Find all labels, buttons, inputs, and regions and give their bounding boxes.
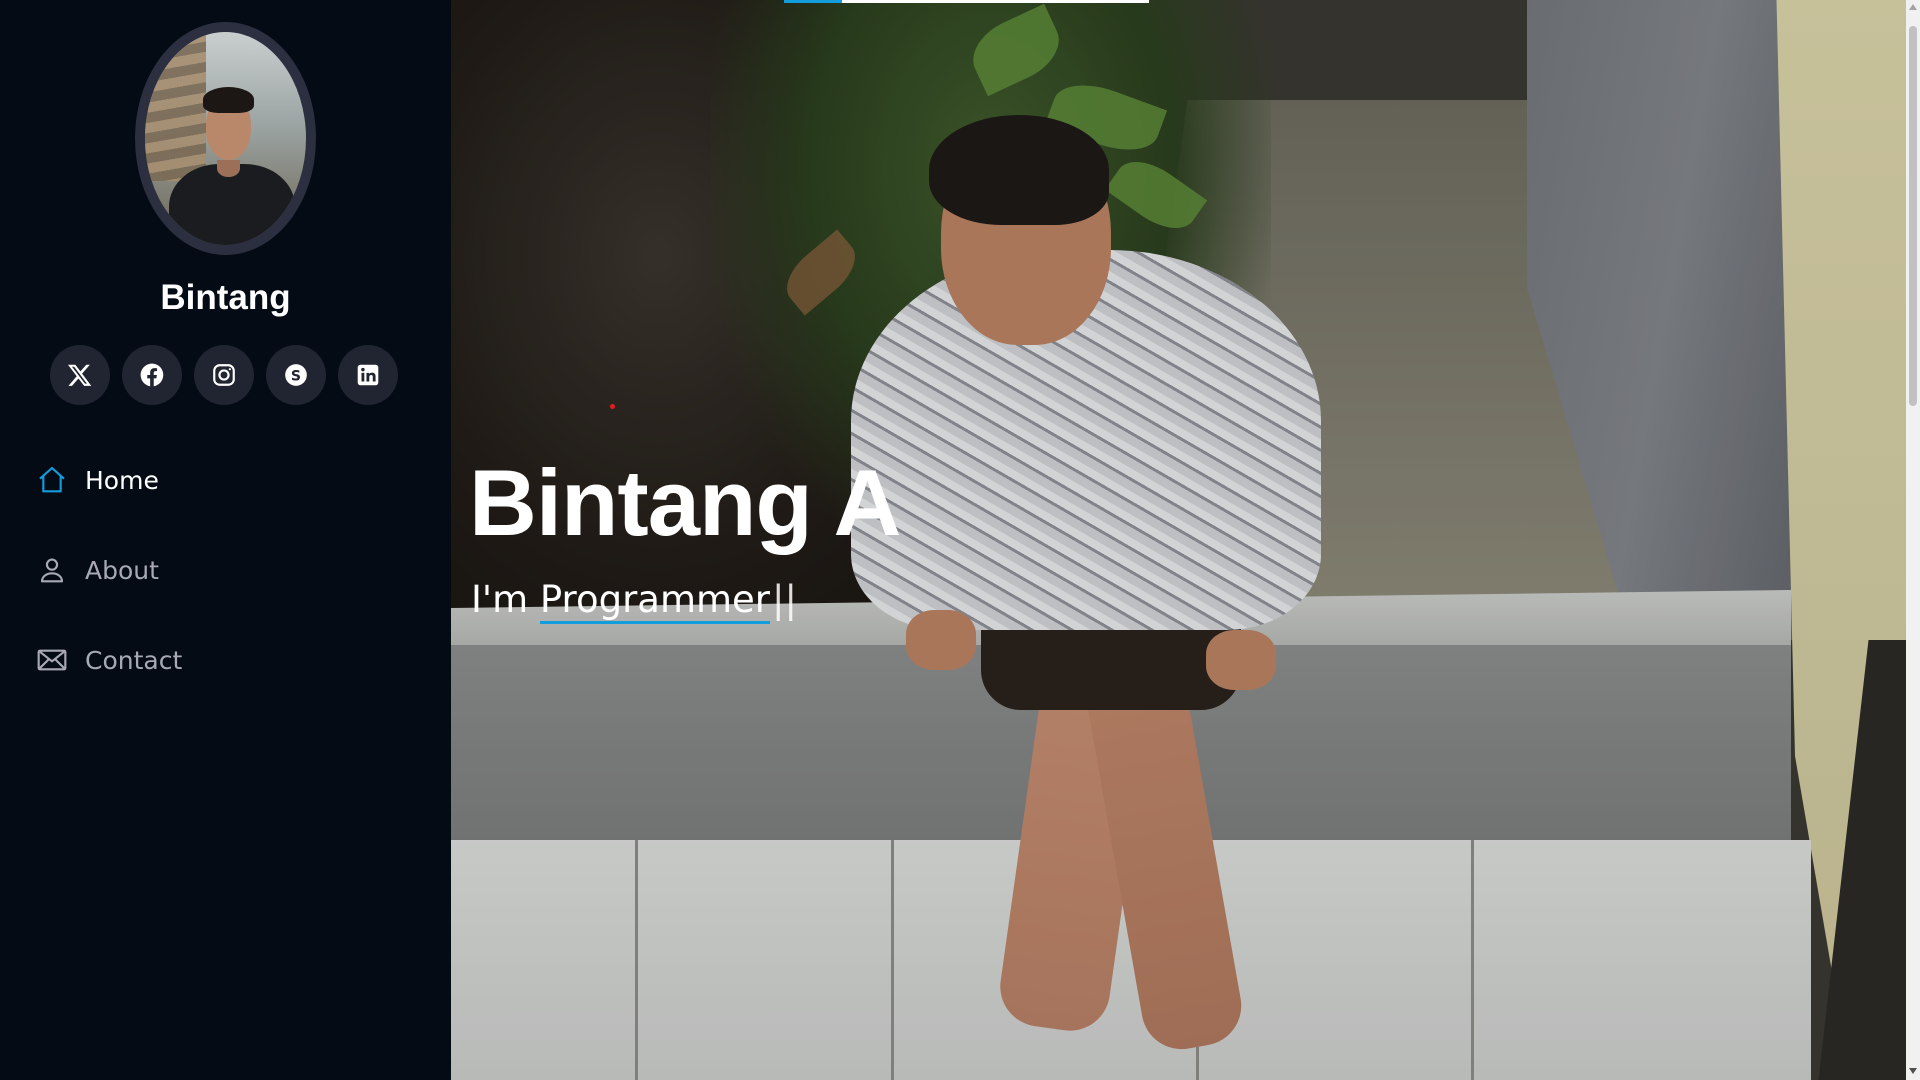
subtitle-prefix: I'm: [471, 578, 540, 621]
skype-link[interactable]: S: [266, 345, 326, 405]
linkedin-icon: [355, 362, 381, 388]
hero-subtitle: I'm Programmer||: [471, 578, 797, 624]
x-twitter-link[interactable]: [50, 345, 110, 405]
typed-role: Programmer: [539, 578, 771, 624]
avatar-photo: [145, 32, 306, 245]
skype-icon: S: [283, 362, 309, 388]
envelope-icon: [36, 644, 68, 676]
page-scrollbar[interactable]: [1906, 0, 1920, 1080]
scroll-down-arrow[interactable]: [1909, 1068, 1917, 1074]
hero-section: Bintang A I'm Programmer||: [451, 0, 1906, 1080]
x-twitter-icon: [67, 362, 93, 388]
top-progress-bar: [784, 0, 1149, 3]
nav-item-label: About: [85, 555, 159, 585]
scroll-up-arrow[interactable]: [1909, 4, 1917, 10]
facebook-link[interactable]: [122, 345, 182, 405]
hero-title: Bintang A: [469, 450, 901, 555]
scroll-thumb[interactable]: [1909, 26, 1917, 406]
profile-name[interactable]: Bintang: [0, 278, 451, 318]
facebook-icon: [139, 362, 165, 388]
instagram-icon: [211, 362, 237, 388]
nav-item-label: Contact: [85, 645, 183, 675]
progress-fill: [784, 0, 843, 3]
nav-item-home[interactable]: Home: [36, 452, 182, 508]
home-icon: [36, 464, 68, 496]
nav-item-label: Home: [85, 465, 159, 495]
nav-item-contact[interactable]: Contact: [36, 632, 182, 688]
sidebar: Bintang S Home About Contact: [0, 0, 451, 1080]
social-links: S: [50, 345, 398, 405]
linkedin-link[interactable]: [338, 345, 398, 405]
svg-text:S: S: [291, 368, 301, 384]
avatar: [135, 22, 316, 255]
nav-item-about[interactable]: About: [36, 542, 182, 598]
typed-cursor: ||: [772, 578, 797, 621]
red-dot: [610, 404, 615, 409]
person-icon: [36, 554, 68, 586]
instagram-link[interactable]: [194, 345, 254, 405]
main-nav: Home About Contact: [36, 452, 182, 722]
